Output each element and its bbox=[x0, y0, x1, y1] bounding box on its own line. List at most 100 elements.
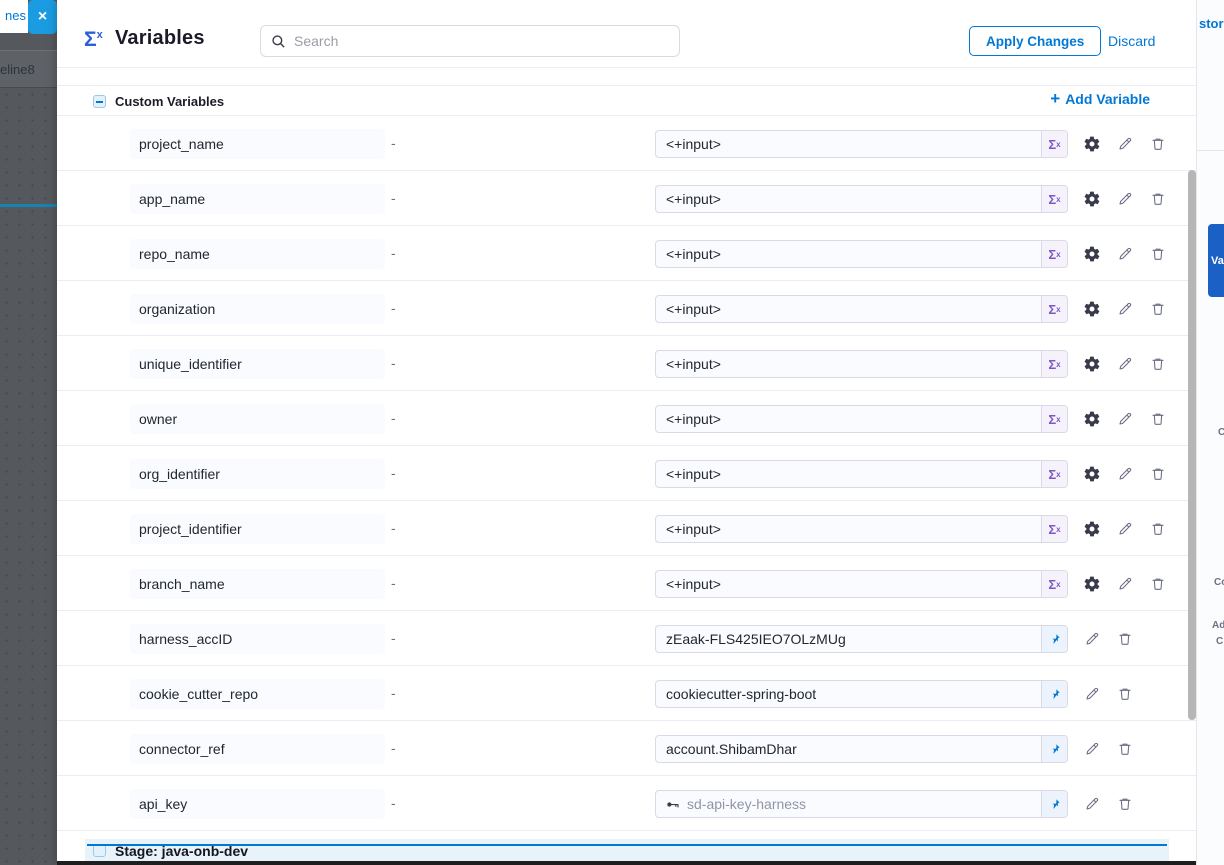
variable-edit-button[interactable] bbox=[1083, 740, 1101, 758]
pin-fixed-value-toggle[interactable] bbox=[1041, 626, 1067, 652]
variable-name[interactable]: unique_identifier bbox=[130, 349, 385, 379]
variable-name[interactable]: harness_accID bbox=[130, 624, 385, 654]
variable-value-input[interactable]: <+input> Σx bbox=[655, 185, 1068, 213]
variable-delete-button[interactable] bbox=[1149, 190, 1167, 208]
variable-name[interactable]: organization bbox=[130, 294, 385, 324]
variable-value-input[interactable]: <+input> Σx bbox=[655, 405, 1068, 433]
runtime-input-toggle[interactable]: Σx bbox=[1041, 186, 1067, 212]
search-input[interactable] bbox=[294, 33, 654, 49]
variable-settings-button[interactable] bbox=[1083, 465, 1101, 483]
variables-side-tab-partial[interactable]: Va bbox=[1208, 224, 1224, 297]
runtime-input-toggle[interactable]: Σx bbox=[1041, 406, 1067, 432]
variable-delete-button[interactable] bbox=[1116, 685, 1134, 703]
variable-settings-button[interactable] bbox=[1083, 355, 1101, 373]
variable-settings-button[interactable] bbox=[1083, 190, 1101, 208]
variable-delete-button[interactable] bbox=[1116, 630, 1134, 648]
pin-fixed-value-toggle[interactable] bbox=[1041, 736, 1067, 762]
variable-delete-button[interactable] bbox=[1149, 245, 1167, 263]
runtime-input-toggle[interactable]: Σx bbox=[1041, 241, 1067, 267]
runtime-input-toggle[interactable]: Σx bbox=[1041, 461, 1067, 487]
right-panel-label-partial: Co bbox=[1214, 577, 1224, 588]
variable-edit-button[interactable] bbox=[1083, 795, 1101, 813]
row-actions bbox=[1083, 501, 1167, 556]
variable-edit-button[interactable] bbox=[1116, 465, 1134, 483]
variable-edit-button[interactable] bbox=[1116, 300, 1134, 318]
collapse-minus-icon[interactable] bbox=[93, 95, 106, 108]
variable-delete-button[interactable] bbox=[1149, 135, 1167, 153]
variable-description-dash: - bbox=[391, 245, 396, 261]
plus-icon: + bbox=[1050, 89, 1060, 109]
variable-value-input[interactable]: account.ShibamDhar bbox=[655, 735, 1068, 763]
pipeline-tab-partial[interactable]: eline8 bbox=[0, 51, 57, 88]
variable-row: harness_accID - zEaak-FLS425IEO7OLzMUg bbox=[57, 611, 1196, 666]
variable-name[interactable]: branch_name bbox=[130, 569, 385, 599]
variable-name[interactable]: repo_name bbox=[130, 239, 385, 269]
variable-edit-button[interactable] bbox=[1116, 245, 1134, 263]
pin-fixed-value-toggle[interactable] bbox=[1041, 791, 1067, 817]
variable-name[interactable]: project_identifier bbox=[130, 514, 385, 544]
variable-name[interactable]: org_identifier bbox=[130, 459, 385, 489]
row-actions bbox=[1083, 171, 1167, 226]
variable-delete-button[interactable] bbox=[1149, 520, 1167, 538]
add-variable-button[interactable]: + Add Variable bbox=[1050, 89, 1150, 109]
variable-row: owner - <+input> Σx bbox=[57, 391, 1196, 446]
variable-name[interactable]: app_name bbox=[130, 184, 385, 214]
variable-name[interactable]: cookie_cutter_repo bbox=[130, 679, 385, 709]
variable-value-input[interactable]: <+input> Σx bbox=[655, 240, 1068, 268]
collapse-minus-icon[interactable] bbox=[93, 844, 106, 857]
vertical-scrollbar[interactable] bbox=[1188, 170, 1196, 720]
variable-value-input[interactable]: <+input> Σx bbox=[655, 295, 1068, 323]
variable-delete-button[interactable] bbox=[1149, 575, 1167, 593]
runtime-input-toggle[interactable]: Σx bbox=[1041, 351, 1067, 377]
variable-settings-button[interactable] bbox=[1083, 410, 1101, 428]
variable-delete-button[interactable] bbox=[1149, 355, 1167, 373]
bottom-edge-strip bbox=[57, 861, 1196, 865]
discard-button[interactable]: Discard bbox=[1108, 26, 1155, 56]
variable-delete-button[interactable] bbox=[1149, 410, 1167, 428]
runtime-input-toggle[interactable]: Σx bbox=[1041, 131, 1067, 157]
variable-value-input[interactable]: cookiecutter-spring-boot bbox=[655, 680, 1068, 708]
variable-value: <+input> bbox=[666, 191, 721, 207]
variable-name[interactable]: api_key bbox=[130, 789, 385, 819]
variable-edit-button[interactable] bbox=[1083, 630, 1101, 648]
variable-delete-button[interactable] bbox=[1149, 300, 1167, 318]
variable-value: <+input> bbox=[666, 521, 721, 537]
pipelines-link-partial[interactable]: nes bbox=[5, 8, 26, 23]
variable-value-input[interactable]: sd-api-key-harness bbox=[655, 790, 1068, 818]
variable-edit-button[interactable] bbox=[1116, 520, 1134, 538]
history-link-partial[interactable]: stor bbox=[1199, 16, 1224, 31]
apply-changes-button[interactable]: Apply Changes bbox=[969, 26, 1101, 56]
variable-edit-button[interactable] bbox=[1116, 135, 1134, 153]
variable-settings-button[interactable] bbox=[1083, 135, 1101, 153]
variable-name[interactable]: project_name bbox=[130, 129, 385, 159]
variable-value-input[interactable]: <+input> Σx bbox=[655, 460, 1068, 488]
runtime-input-toggle[interactable]: Σx bbox=[1041, 296, 1067, 322]
variable-edit-button[interactable] bbox=[1083, 685, 1101, 703]
variable-settings-button[interactable] bbox=[1083, 245, 1101, 263]
variable-value-input[interactable]: <+input> Σx bbox=[655, 570, 1068, 598]
variable-edit-button[interactable] bbox=[1116, 410, 1134, 428]
close-drawer-button[interactable]: × bbox=[28, 0, 57, 34]
variable-value-input[interactable]: <+input> Σx bbox=[655, 130, 1068, 158]
variable-value-input[interactable]: zEaak-FLS425IEO7OLzMUg bbox=[655, 625, 1068, 653]
variable-value-input[interactable]: <+input> Σx bbox=[655, 350, 1068, 378]
variable-edit-button[interactable] bbox=[1116, 355, 1134, 373]
variable-edit-button[interactable] bbox=[1116, 575, 1134, 593]
variable-settings-button[interactable] bbox=[1083, 575, 1101, 593]
variable-settings-button[interactable] bbox=[1083, 300, 1101, 318]
variable-settings-button[interactable] bbox=[1083, 520, 1101, 538]
variable-row: organization - <+input> Σx bbox=[57, 281, 1196, 336]
variable-name[interactable]: connector_ref bbox=[130, 734, 385, 764]
runtime-input-toggle[interactable]: Σx bbox=[1041, 571, 1067, 597]
variable-delete-button[interactable] bbox=[1116, 740, 1134, 758]
variable-edit-button[interactable] bbox=[1116, 190, 1134, 208]
pin-icon bbox=[1048, 798, 1061, 811]
variable-description-dash: - bbox=[391, 135, 396, 151]
runtime-input-toggle[interactable]: Σx bbox=[1041, 516, 1067, 542]
variable-name[interactable]: owner bbox=[130, 404, 385, 434]
variable-delete-button[interactable] bbox=[1149, 465, 1167, 483]
row-actions bbox=[1083, 776, 1134, 831]
pin-fixed-value-toggle[interactable] bbox=[1041, 681, 1067, 707]
variable-value-input[interactable]: <+input> Σx bbox=[655, 515, 1068, 543]
variable-delete-button[interactable] bbox=[1116, 795, 1134, 813]
